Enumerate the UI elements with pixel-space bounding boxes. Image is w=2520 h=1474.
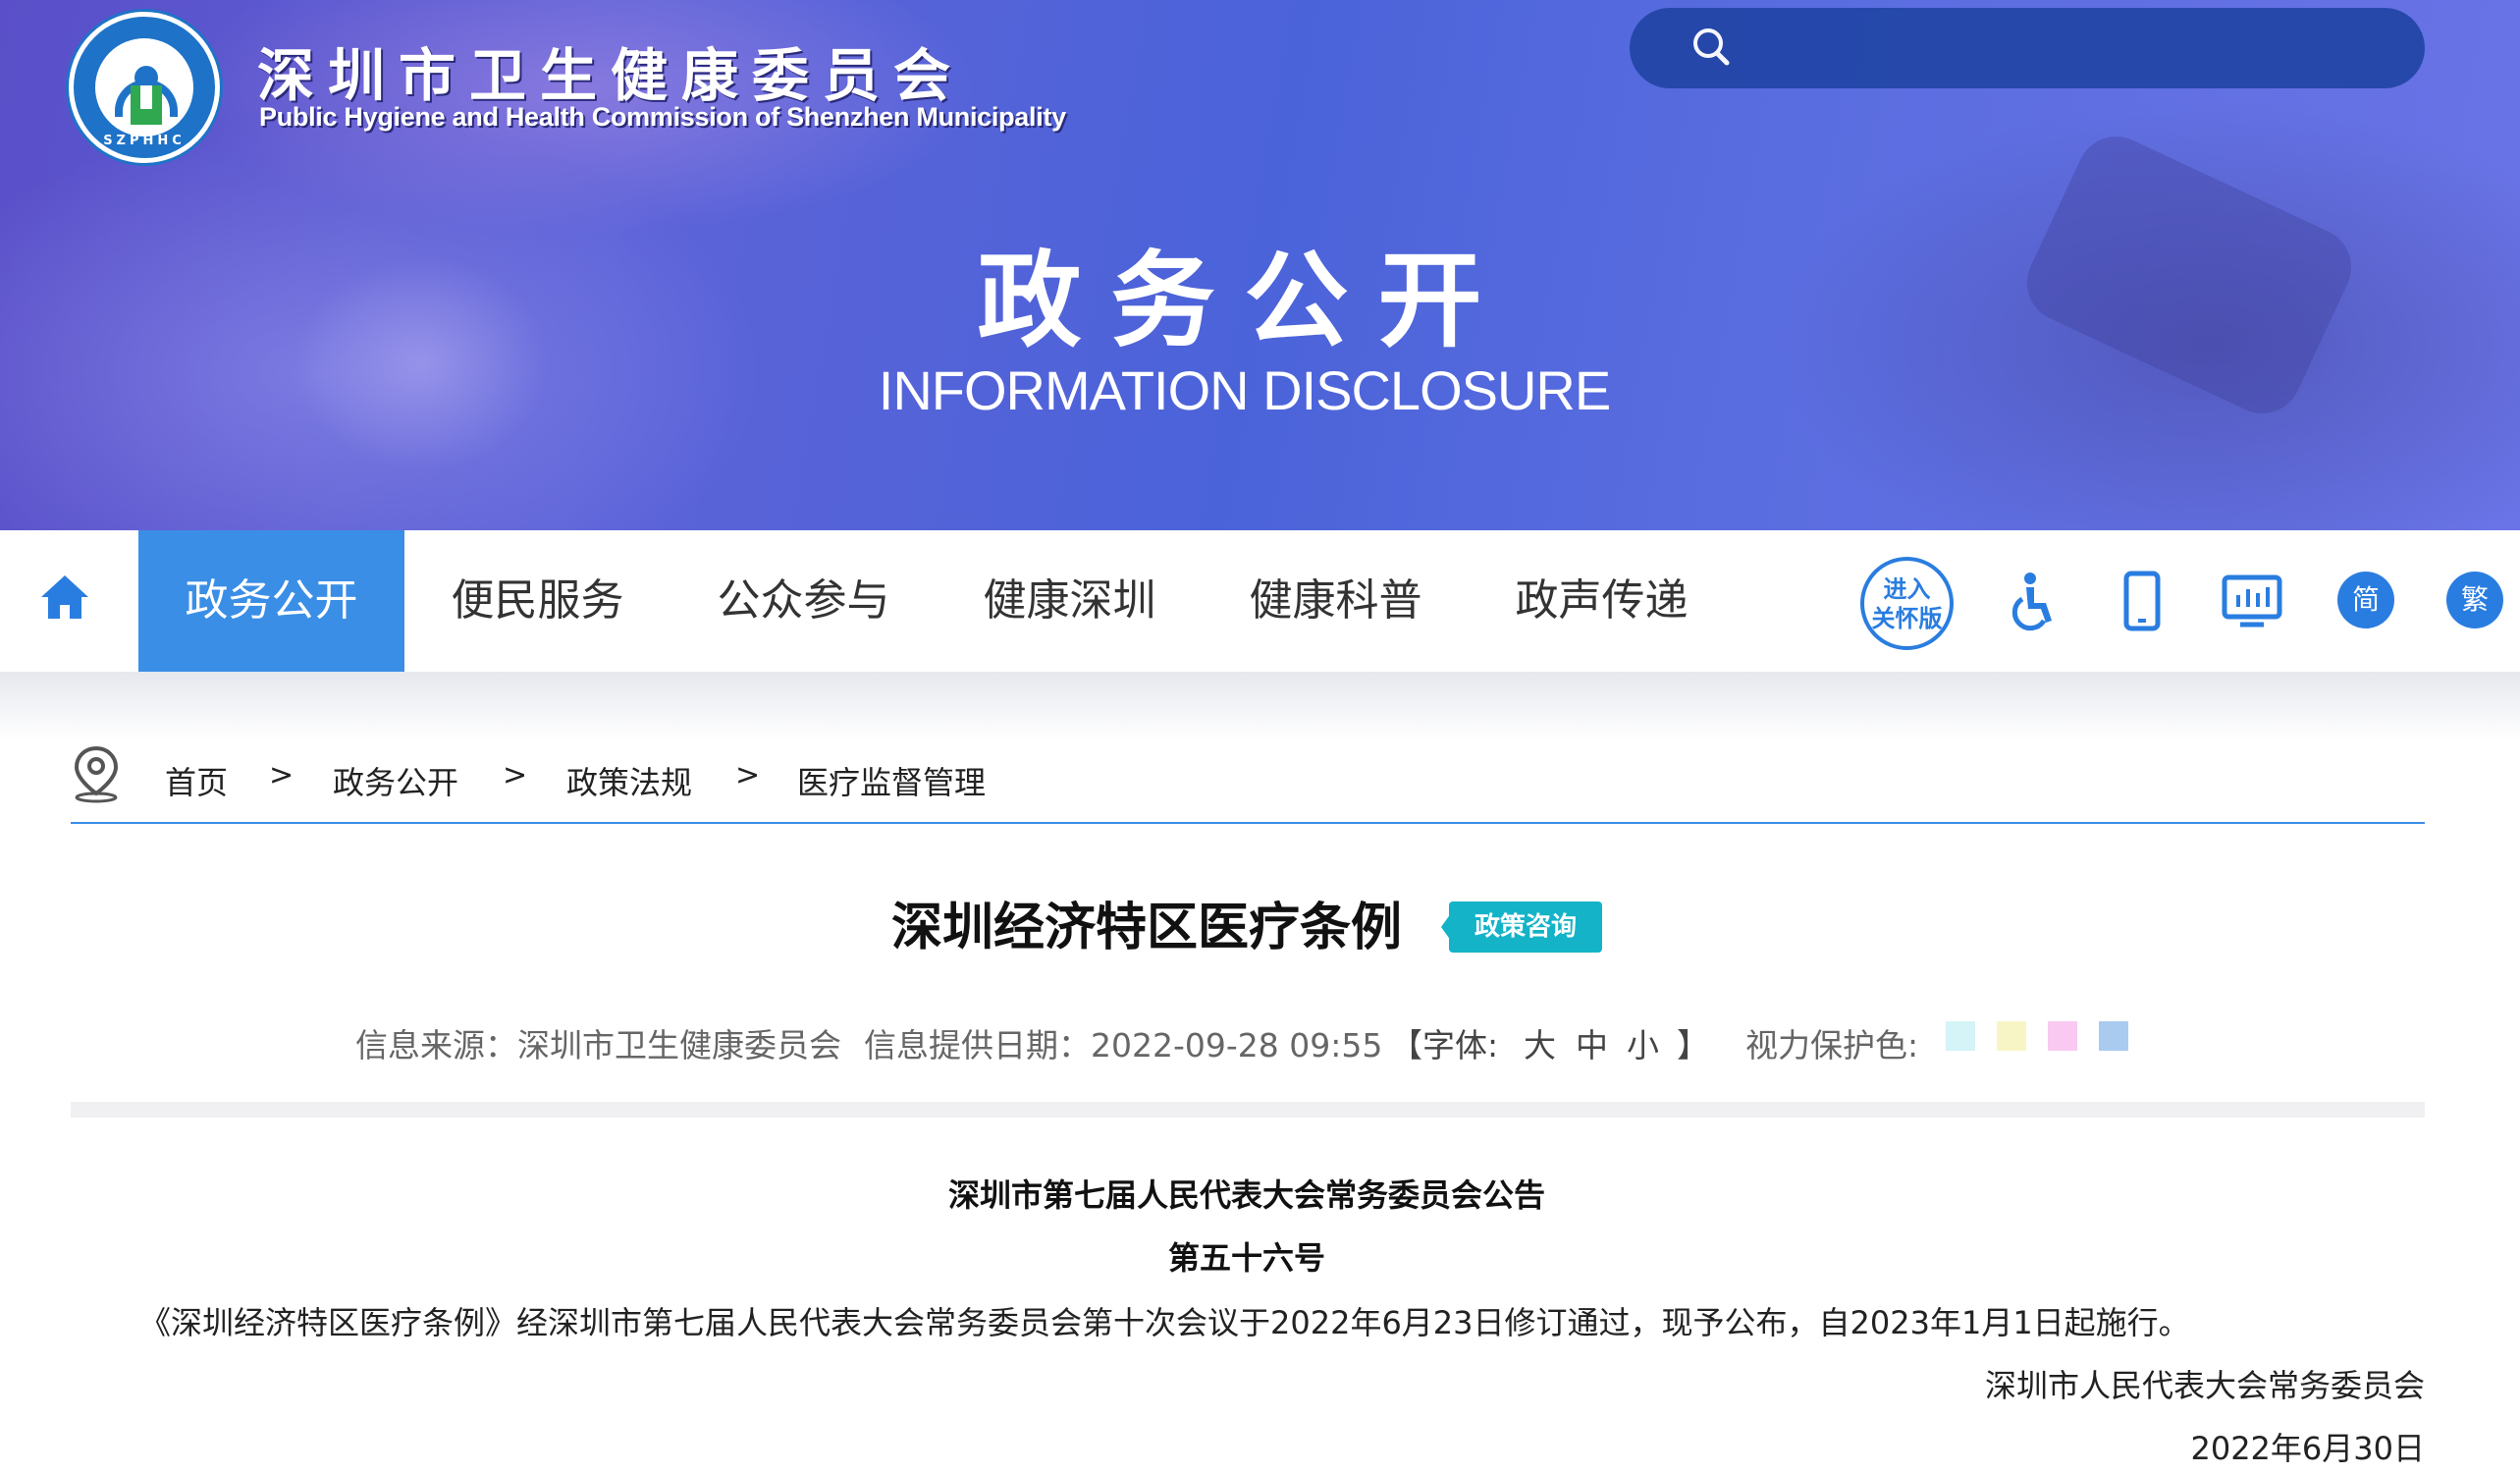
data-screen-icon[interactable]	[2221, 570, 2283, 632]
location-pin-icon	[74, 745, 119, 803]
nav-item-government-affairs[interactable]: 政务公开	[138, 530, 404, 672]
font-size-medium[interactable]: 中	[1576, 1019, 1608, 1066]
eye-care-label: 视力保护色:	[1745, 1026, 1919, 1065]
announcement-paragraph: 《深圳经济特区医疗条例》经深圳市第七届人民代表大会常务委员会第十次会议于2022…	[139, 1304, 2190, 1341]
announcement-number: 第五十六号	[1167, 1239, 1325, 1277]
eye-care-swatch-cyan[interactable]	[1946, 1021, 1975, 1051]
nav-item-public-service[interactable]: 便民服务	[404, 530, 670, 672]
meta-divider	[71, 1102, 2425, 1118]
care-mode-line1: 进入	[1883, 575, 1931, 603]
breadcrumb-home[interactable]: 首页	[165, 758, 228, 803]
font-size-close: 】	[1677, 1026, 1709, 1065]
eye-care-swatch-blue[interactable]	[2099, 1021, 2128, 1051]
nav-item-public-participation[interactable]: 公众参与	[670, 530, 937, 672]
breadcrumb-policy-regulations[interactable]: 政策法规	[566, 758, 692, 803]
org-logo[interactable]: SZPHHC	[69, 12, 220, 163]
care-mode-line2: 关怀版	[1871, 605, 1943, 632]
banner-subtitle: INFORMATION DISCLOSURE	[878, 359, 1611, 421]
logo-h-shape	[131, 85, 162, 125]
search-icon[interactable]	[1690, 26, 1734, 69]
nav-item-policy-voice[interactable]: 政声传递	[1469, 530, 1735, 672]
announcement-heading: 深圳市第七届人民代表大会常务委员会公告	[947, 1176, 1545, 1214]
policy-consult-badge[interactable]: 政策咨询	[1441, 901, 1602, 953]
breadcrumb-separator: >	[735, 758, 761, 792]
eye-care-swatch-pink[interactable]	[2048, 1021, 2077, 1051]
org-name-cn: 深圳市卫生健康委员会	[257, 42, 965, 109]
traditional-chinese-button[interactable]: 繁	[2446, 572, 2503, 628]
font-size-large[interactable]: 大	[1524, 1019, 1556, 1066]
logo-inner	[95, 38, 193, 136]
nav-item-health-science[interactable]: 健康科普	[1203, 530, 1469, 672]
breadcrumb-divider	[71, 822, 2425, 824]
info-source: 信息来源：深圳市卫生健康委员会	[355, 1026, 841, 1065]
search-input[interactable]	[1630, 8, 2425, 88]
care-mode-button[interactable]: 进入 关怀版	[1860, 557, 1954, 650]
font-size-small[interactable]: 小	[1627, 1019, 1659, 1066]
nav-item-healthy-shenzhen[interactable]: 健康深圳	[937, 530, 1203, 672]
header-banner: SZPHHC 深圳市卫生健康委员会 Public Hygiene and Hea…	[0, 0, 2520, 530]
breadcrumb-government-affairs[interactable]: 政务公开	[333, 758, 458, 803]
eye-care-swatch-yellow[interactable]	[1997, 1021, 2026, 1051]
logo-ring-text: SZPHHC	[103, 134, 186, 148]
font-size-open: 【字体:	[1390, 1026, 1499, 1065]
org-name-en: Public Hygiene and Health Commission of …	[259, 102, 1066, 132]
article-title: 深圳经济特区医疗条例	[891, 899, 1403, 957]
announcement-signature: 深圳市人民代表大会常务委员会	[1984, 1367, 2425, 1404]
mobile-icon[interactable]	[2111, 570, 2173, 632]
info-date: 信息提供日期：2022-09-28 09:55	[864, 1026, 1383, 1065]
home-icon[interactable]	[37, 570, 92, 625]
accessibility-icon[interactable]	[2001, 570, 2064, 632]
breadcrumb-separator: >	[503, 758, 528, 792]
simplified-chinese-button[interactable]: 简	[2337, 572, 2394, 628]
breadcrumb-medical-supervision[interactable]: 医疗监督管理	[797, 758, 986, 803]
main-nav: 政务公开 便民服务 公众参与 健康深圳 健康科普 政声传递 进入 关怀版 简 繁	[0, 530, 2520, 672]
breadcrumb-separator: >	[269, 758, 295, 792]
announcement-date: 2022年6月30日	[2190, 1430, 2425, 1467]
nav-shadow	[0, 672, 2520, 740]
banner-title: 政务公开	[977, 239, 1512, 361]
